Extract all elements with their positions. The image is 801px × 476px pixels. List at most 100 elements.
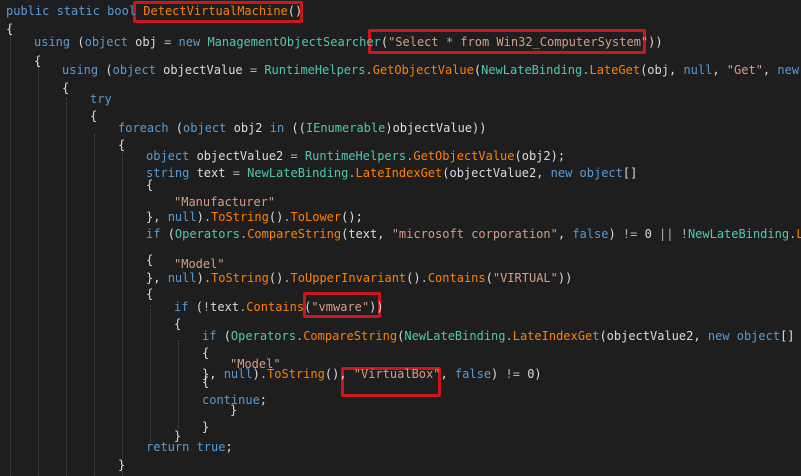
- code-token: NewLateBinding: [247, 166, 349, 180]
- code-token: object: [84, 35, 136, 49]
- code-token: .: [203, 210, 212, 224]
- code-editor[interactable]: public static bool DetectVirtualMachine(…: [0, 0, 801, 476]
- code-token: .: [283, 210, 291, 224]
- indent-guide: [38, 62, 39, 476]
- code-token: (: [175, 121, 184, 135]
- code-token: []: [622, 166, 638, 180]
- code-token: =: [232, 166, 248, 180]
- code-token: "Select * from Win32_ComputerSystem": [388, 35, 649, 49]
- code-token: object: [579, 166, 623, 180]
- code-token: (objectValue2,: [442, 166, 551, 180]
- indent-guide: [10, 26, 11, 476]
- code-token: ): [608, 227, 623, 241]
- code-token: objectValue2: [196, 149, 291, 163]
- code-token: LateI: [796, 227, 801, 241]
- code-token: 0: [644, 227, 660, 241]
- code-token: "microsoft corporation": [391, 227, 558, 241]
- code-token: null: [223, 367, 253, 381]
- code-token: return: [146, 440, 197, 454]
- code-line: {: [34, 52, 41, 70]
- code-token: GetObjectValue: [413, 149, 515, 163]
- code-token: {: [118, 138, 126, 152]
- code-line: {: [118, 136, 125, 154]
- code-line: return true;: [146, 438, 233, 456]
- code-line: {: [62, 79, 69, 97]
- code-token: CompareString: [247, 227, 342, 241]
- indent-guide: [150, 305, 151, 445]
- code-token: ;: [225, 440, 233, 454]
- code-token: !=: [622, 227, 645, 241]
- code-token: ToUpperInvariant: [290, 271, 407, 285]
- code-line: try: [90, 90, 112, 108]
- code-token: (: [223, 329, 231, 343]
- code-token: ): [196, 210, 204, 224]
- code-token: text: [210, 300, 240, 314]
- code-line: }: [202, 418, 209, 436]
- code-token: },: [146, 271, 168, 285]
- code-token: .: [365, 63, 373, 77]
- code-line: string text = NewLateBinding.LateIndexGe…: [146, 164, 637, 182]
- code-token: "Manufacturer": [174, 195, 276, 209]
- code-token: if: [202, 329, 224, 343]
- code-token: .: [203, 271, 212, 285]
- code-token: (obj2);: [514, 149, 566, 163]
- code-token: {: [146, 253, 154, 267]
- code-token: ToString: [267, 367, 325, 381]
- code-token: string: [146, 166, 197, 180]
- code-token: .: [283, 271, 291, 285]
- code-line: if (Operators.CompareString(NewLateBindi…: [202, 327, 795, 345]
- code-token: objectValue: [163, 63, 250, 77]
- code-token: !=: [505, 367, 528, 381]
- code-token: .: [348, 166, 356, 180]
- code-token: IEnumerable: [305, 121, 386, 135]
- code-line: }, null).ToString().ToUpperInvariant().C…: [146, 269, 572, 287]
- code-line: foreach (object obj2 in ((IEnumerable)ob…: [118, 119, 487, 137]
- code-token: {: [62, 81, 70, 95]
- code-token: (: [167, 227, 175, 241]
- code-token: try: [90, 92, 112, 106]
- code-token: "VIRTUAL": [492, 271, 558, 285]
- code-token: null: [167, 271, 197, 285]
- indent-guide: [94, 134, 95, 476]
- code-token: CompareString: [303, 329, 398, 343]
- code-token: =: [164, 35, 179, 49]
- code-token: using: [34, 35, 78, 49]
- code-token: true: [196, 440, 226, 454]
- code-token: GetObjectValue: [372, 63, 474, 77]
- code-token: false: [572, 227, 609, 241]
- code-token: {: [174, 317, 182, 331]
- code-token: in: [269, 121, 292, 135]
- code-token: (: [77, 35, 85, 49]
- code-token: NewLateBinding: [404, 329, 506, 343]
- code-token: LateGet: [589, 63, 641, 77]
- indent-guide: [66, 98, 67, 476]
- code-token: new: [178, 35, 208, 49]
- code-line: }: [230, 401, 237, 419]
- code-token: LateIndexGet: [512, 329, 600, 343]
- code-token: (): [287, 4, 303, 18]
- code-token: (: [105, 63, 113, 77]
- code-token: false: [454, 367, 492, 381]
- code-token: {: [146, 287, 154, 301]
- indent-guide: [178, 340, 179, 430]
- code-token: )objectValue)): [385, 121, 487, 135]
- code-token: ToString: [211, 210, 269, 224]
- code-line: {: [174, 315, 181, 333]
- code-token: RuntimeHelpers: [264, 63, 366, 77]
- code-token: )): [369, 300, 384, 314]
- code-token: ): [491, 367, 506, 381]
- code-token: .: [259, 367, 268, 381]
- code-token: (: [380, 35, 389, 49]
- code-token: =: [249, 63, 265, 77]
- code-token: ): [252, 367, 260, 381]
- code-token: (: [195, 300, 203, 314]
- code-line: {: [202, 344, 209, 362]
- code-line: }, null).ToString(), "VirtualBox", false…: [202, 365, 542, 383]
- code-token: foreach: [118, 121, 176, 135]
- code-token: if: [146, 227, 168, 241]
- code-token: {: [202, 346, 210, 360]
- code-token: )): [648, 35, 663, 49]
- code-token: new: [707, 329, 737, 343]
- code-token: Operators: [230, 329, 296, 343]
- code-token: object: [736, 329, 781, 343]
